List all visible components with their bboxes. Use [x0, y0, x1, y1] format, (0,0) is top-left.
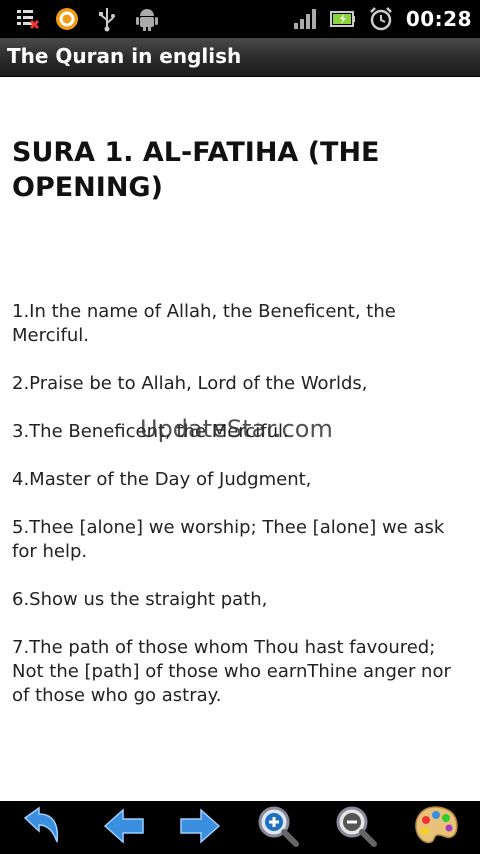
sura-title: SURA 1. AL-FATIHA (THE OPENING)	[12, 137, 380, 203]
verse-5: 5.Thee [alone] we worship; Thee [alone] …	[12, 517, 445, 562]
zoom-out-icon	[333, 803, 379, 853]
battery-icon	[329, 6, 356, 32]
zoom-in-icon	[255, 803, 301, 853]
reading-pane[interactable]: SURA 1. AL-FATIHA (THE OPENING) 1.In the…	[0, 77, 480, 801]
undo-icon	[19, 804, 65, 852]
signal-icon	[292, 6, 318, 32]
verse-1: 1.In the name of Allah, the Beneficent, …	[12, 301, 396, 346]
notification-icon	[14, 6, 40, 32]
android-debug-icon	[134, 6, 160, 32]
undo-button[interactable]	[18, 805, 66, 851]
status-bar: 00:28	[0, 0, 480, 38]
arrow-left-icon	[101, 806, 147, 850]
zoom-out-button[interactable]	[332, 805, 380, 851]
app-title-bar: The Quran in english	[0, 38, 480, 77]
verse-7: 7.The path of those whom Thou hast favou…	[12, 637, 451, 706]
previous-sura-button[interactable]	[100, 805, 148, 851]
next-sura-button[interactable]	[176, 805, 224, 851]
arrow-right-icon	[177, 806, 223, 850]
app-title: The Quran in english	[7, 44, 242, 68]
app-circle-icon	[54, 6, 80, 32]
bottom-toolbar	[0, 801, 480, 854]
verse-4: 4.Master of the Day of Judgment,	[12, 469, 312, 490]
alarm-clock-icon	[368, 6, 394, 32]
usb-icon	[94, 6, 120, 32]
status-time: 00:28	[405, 7, 472, 31]
zoom-in-button[interactable]	[254, 805, 302, 851]
palette-icon	[413, 804, 459, 852]
verse-2: 2.Praise be to Allah, Lord of the Worlds…	[12, 373, 368, 394]
theme-button[interactable]	[412, 805, 460, 851]
verse-3: 3.The Beneficent, the Merciful.	[12, 421, 289, 442]
verse-6: 6.Show us the straight path,	[12, 589, 268, 610]
